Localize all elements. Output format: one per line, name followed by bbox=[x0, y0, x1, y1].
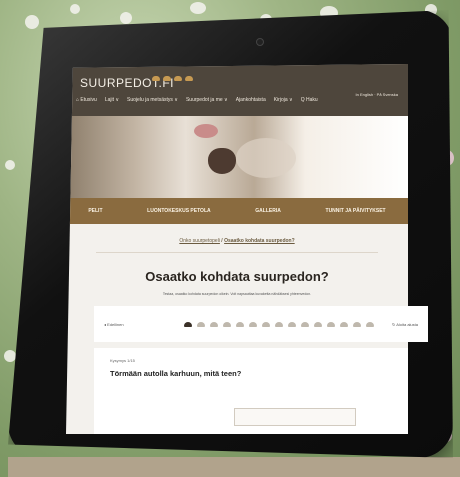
nav-item-home[interactable]: ⌂ Etusivu bbox=[76, 97, 97, 103]
breadcrumb-current[interactable]: Osaatko kohdata suurpedon? bbox=[224, 238, 295, 244]
quiz-step-icon[interactable] bbox=[197, 321, 205, 327]
nav-item-books[interactable]: Kirjoja ∨ bbox=[274, 97, 293, 103]
main-nav: ⌂ Etusivu Lajit ∨ Suojelu ja metsästys ∨… bbox=[76, 97, 400, 103]
quiz-step-icon[interactable] bbox=[184, 321, 192, 327]
quiz-step-icon[interactable] bbox=[288, 321, 296, 327]
breadcrumb-parent[interactable]: Onko suurpetopeli bbox=[179, 238, 220, 244]
hero-image bbox=[66, 116, 408, 198]
quiz-progress-bar: ◂ Edellinen ↻ Aloita alusta bbox=[94, 306, 428, 342]
quiz-step-icon[interactable] bbox=[327, 321, 335, 327]
quiz-step-icon[interactable] bbox=[366, 321, 374, 327]
quiz-step-icon[interactable] bbox=[301, 321, 309, 327]
page-title: Osaatko kohdata suurpedon? bbox=[145, 269, 329, 284]
breadcrumb: Onko suurpetopeli / Osaatko kohdata suur… bbox=[66, 238, 408, 244]
nav-item-search[interactable]: Q Haku bbox=[301, 97, 318, 103]
subnav-item-updates[interactable]: TUNNIT JA PÄIVITYKSET bbox=[326, 208, 386, 214]
quiz-step-icon[interactable] bbox=[314, 321, 322, 327]
quiz-step-icon[interactable] bbox=[353, 321, 361, 327]
quiz-step-icon[interactable] bbox=[340, 321, 348, 327]
divider bbox=[96, 252, 378, 253]
nav-item-news[interactable]: Ajankohtaista bbox=[236, 97, 266, 103]
quiz-step-icon[interactable] bbox=[236, 321, 244, 327]
question-text: Törmään autolla karhuun, mitä teen? bbox=[110, 369, 242, 378]
nav-item-species[interactable]: Lajit ∨ bbox=[105, 97, 119, 103]
previous-button[interactable]: ◂ Edellinen bbox=[104, 322, 184, 327]
bottom-bar bbox=[8, 457, 460, 477]
sub-nav: PELIT LUONTOKESKUS PETOLA GALLERIA TUNNI… bbox=[66, 198, 408, 224]
site-header: SUURPEDOT.FI In English · På Svenska ⌂ E… bbox=[66, 64, 408, 116]
tablet: SUURPEDOT.FI In English · På Svenska ⌂ E… bbox=[8, 10, 453, 458]
nav-item-protection[interactable]: Suojelu ja metsästys ∨ bbox=[127, 97, 178, 103]
camera-icon bbox=[256, 38, 264, 46]
quiz-step-icon[interactable] bbox=[262, 321, 270, 327]
nav-item-large-predators[interactable]: Suurpedot ja me ∨ bbox=[186, 97, 228, 103]
logo-animals-icon bbox=[152, 76, 193, 81]
restart-button[interactable]: ↻ Aloita alusta bbox=[378, 322, 418, 327]
question-count: Kysymys 1/15 bbox=[110, 358, 135, 363]
page-intro: Testaa, osaatko kohdata suurpedon oikein… bbox=[162, 292, 312, 296]
answer-option[interactable] bbox=[234, 408, 356, 426]
quiz-step-icon[interactable] bbox=[223, 321, 231, 327]
subnav-item-gallery[interactable]: GALLERIA bbox=[255, 208, 281, 214]
quiz-step-icon[interactable] bbox=[249, 321, 257, 327]
question-card: Kysymys 1/15 Törmään autolla karhuun, mi… bbox=[94, 348, 408, 434]
quiz-step-icon[interactable] bbox=[275, 321, 283, 327]
quiz-step-icon[interactable] bbox=[210, 321, 218, 327]
subnav-item-petola[interactable]: LUONTOKESKUS PETOLA bbox=[147, 208, 210, 214]
subnav-item-games[interactable]: PELIT bbox=[88, 208, 102, 214]
quiz-steps bbox=[184, 321, 378, 327]
